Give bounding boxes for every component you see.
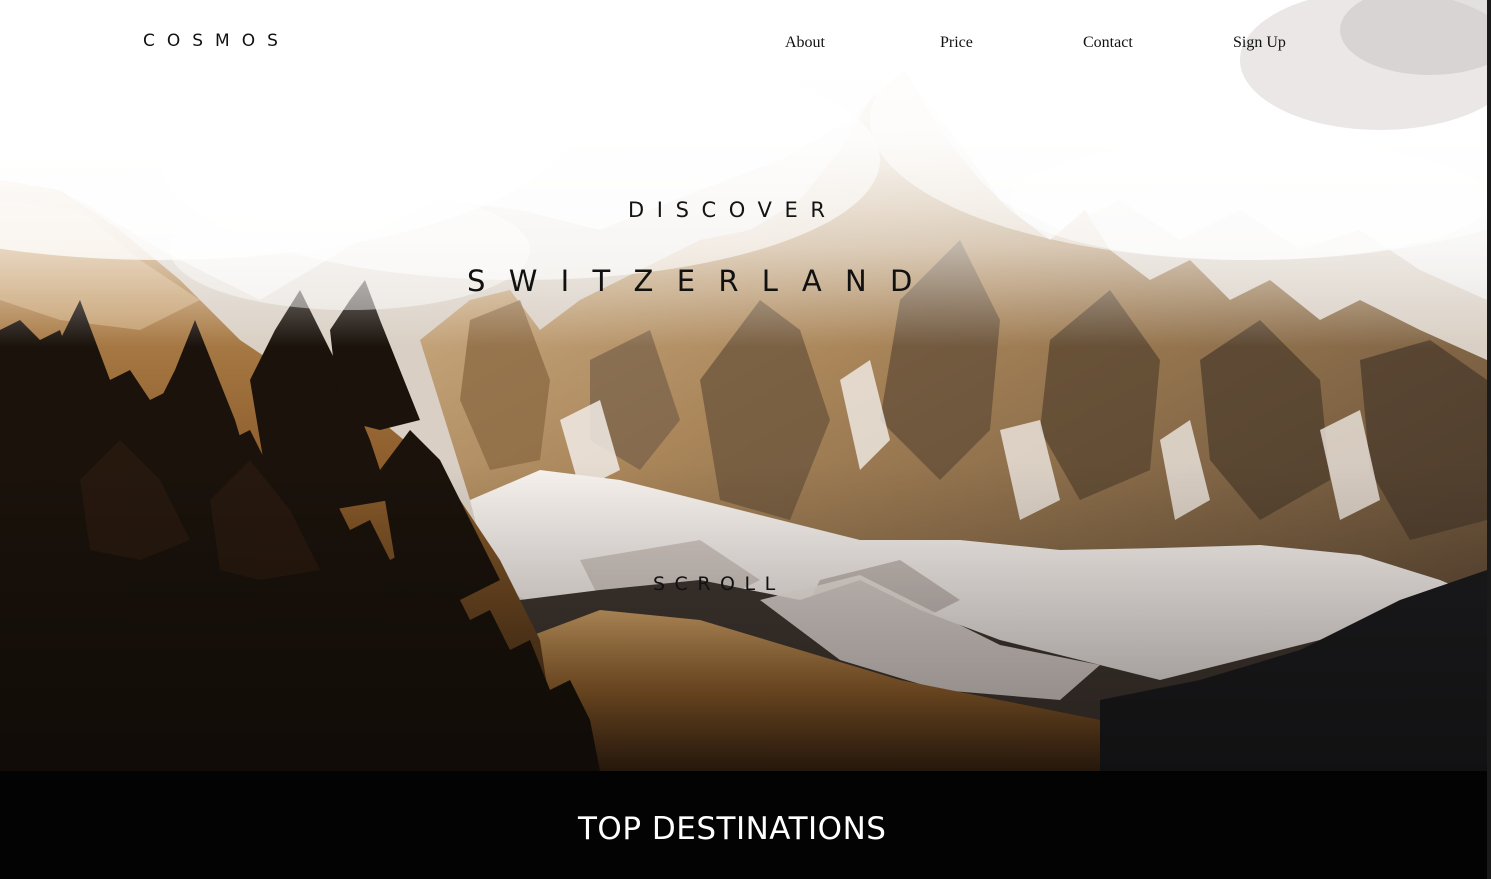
scroll-link[interactable]: SCROLL: [653, 573, 785, 595]
brand-logo[interactable]: COSMOS: [143, 31, 290, 51]
nav-price-link[interactable]: Price: [940, 34, 973, 52]
page-edge: [1487, 0, 1491, 879]
nav-contact-link[interactable]: Contact: [1083, 34, 1133, 52]
landing-page: COSMOS About Price Contact Sign Up DISCO…: [0, 0, 1491, 879]
hero-kicker: DISCOVER: [628, 198, 838, 222]
hero-mountain-photo: [0, 0, 1487, 771]
nav-about-link[interactable]: About: [785, 34, 825, 52]
hero-section: COSMOS About Price Contact Sign Up DISCO…: [0, 0, 1487, 771]
hero-headline: SWITZERLAND: [467, 264, 936, 298]
nav-signup-link[interactable]: Sign Up: [1233, 34, 1286, 52]
top-destinations-section: TOP DESTINATIONS: [0, 771, 1487, 879]
section-title: TOP DESTINATIONS: [578, 811, 887, 847]
